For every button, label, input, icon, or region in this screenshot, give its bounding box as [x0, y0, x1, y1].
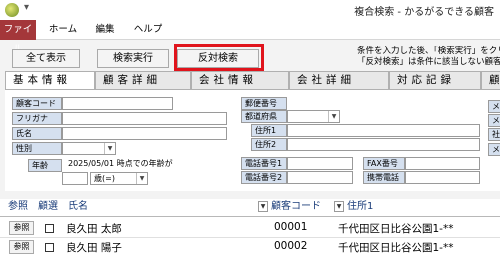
- furigana-input[interactable]: [62, 112, 227, 125]
- customer-code-label: 顧客コード: [12, 97, 62, 110]
- search-button[interactable]: 検索実行: [97, 49, 169, 68]
- right-clipped-label: メ: [488, 100, 500, 113]
- age-condition-value: 歳(=): [94, 174, 115, 183]
- age-note: 時点での年齢が: [116, 159, 173, 168]
- age-condition-select[interactable]: 歳(=) ▼: [90, 172, 148, 185]
- chevron-down-icon: ▼: [328, 111, 339, 122]
- header-divider: [0, 216, 500, 217]
- form-tab-bar: 基本情報 顧客詳細 会社情報 会社詳細 対応記録 顧: [0, 71, 500, 90]
- gender-label: 性別: [12, 142, 62, 155]
- instruction-line: 条件を入力した後、「検索実行」をクリ: [357, 46, 500, 56]
- furigana-label: フリガナ: [12, 112, 62, 125]
- tab-company-details[interactable]: 会社詳細: [289, 71, 389, 89]
- fax-input[interactable]: [405, 157, 480, 170]
- instruction-text: 条件を入力した後、「検索実行」をクリ 「反対検索」は条件に該当しない顧客: [357, 46, 500, 68]
- sort-icon[interactable]: ▼: [334, 200, 344, 212]
- column-header-code-label: 顧客コード: [271, 201, 321, 212]
- phone1-input[interactable]: [287, 157, 353, 170]
- ribbon-tab-bar: ファイル ホーム 編集 ヘルプ: [0, 20, 500, 55]
- row-code: 00002: [274, 240, 308, 252]
- address2-label: 住所2: [251, 138, 287, 151]
- column-header-name[interactable]: 氏名: [68, 199, 88, 216]
- row-address: 千代田区日比谷公園1-**: [338, 242, 454, 254]
- column-header-select: 顧選: [38, 201, 58, 212]
- instruction-line: 「反対検索」は条件に該当しない顧客: [357, 57, 500, 67]
- table-row[interactable]: 参照 良久田 陽子 00002 千代田区日比谷公園1-**: [0, 239, 500, 256]
- tab-basic-info[interactable]: 基本情報: [5, 71, 95, 90]
- window-title: 複合検索 - かるがるできる顧客: [354, 7, 494, 18]
- show-all-button[interactable]: 全て表示: [12, 49, 80, 68]
- gender-select[interactable]: ▼: [62, 142, 116, 155]
- prefecture-label: 都道府県: [241, 110, 287, 123]
- phone1-label: 電話番号1: [241, 157, 287, 170]
- right-clipped-label: 社: [488, 128, 500, 141]
- postal-code-label: 郵便番号: [241, 97, 287, 110]
- right-clipped-label: メ: [488, 143, 500, 156]
- tab-customer-details[interactable]: 顧客詳細: [95, 71, 191, 89]
- age-date-value: 2025/05/01: [68, 159, 115, 168]
- column-header-ref: 参照: [8, 201, 28, 212]
- name-label: 氏名: [12, 127, 62, 140]
- address1-label: 住所1: [251, 124, 287, 137]
- column-header-address[interactable]: ▼ 住所1: [334, 199, 373, 216]
- row-select-checkbox[interactable]: [45, 243, 54, 252]
- results-table: 参照 顧選 氏名 ▼ 顧客コード ▼ 住所1 参照 良久田 太郎 00001 千代田…: [0, 199, 500, 260]
- row-select-checkbox[interactable]: [45, 224, 54, 233]
- phone2-input[interactable]: [287, 171, 353, 184]
- row-ref-button[interactable]: 参照: [9, 221, 34, 235]
- age-label: 年齢: [28, 159, 62, 172]
- mobile-label: 携帯電話: [363, 171, 405, 184]
- row-address: 千代田区日比谷公園1-**: [338, 223, 454, 235]
- customer-code-input[interactable]: [62, 97, 173, 110]
- row-ref-button[interactable]: 参照: [9, 240, 34, 254]
- address1-input[interactable]: [287, 124, 480, 137]
- chevron-down-icon: ▼: [136, 173, 147, 184]
- row-divider: [0, 237, 500, 238]
- mobile-input[interactable]: [405, 171, 480, 184]
- ribbon-tab-edit[interactable]: 編集: [88, 20, 122, 40]
- name-input[interactable]: [62, 127, 227, 140]
- column-header-address-label: 住所1: [347, 201, 374, 212]
- ribbon-tab-home[interactable]: ホーム: [46, 20, 80, 40]
- highlight-annotation-box: [174, 44, 264, 71]
- ribbon-tab-help[interactable]: ヘルプ: [128, 20, 168, 40]
- table-row[interactable]: 参照 良久田 太郎 00001 千代田区日比谷公園1-**: [0, 220, 500, 237]
- tab-customer-clipped[interactable]: 顧: [481, 71, 500, 89]
- sort-icon[interactable]: ▼: [258, 200, 268, 212]
- prefecture-select[interactable]: ▼: [287, 110, 340, 123]
- column-header-code[interactable]: ▼ 顧客コード: [258, 199, 321, 216]
- fax-label: FAX番号: [363, 157, 405, 170]
- row-code: 00001: [274, 221, 308, 233]
- age-date: 2025/05/01 時点での年齢が: [68, 158, 173, 170]
- ribbon-tab-file[interactable]: ファイル: [0, 20, 36, 55]
- right-clipped-label: メ: [488, 114, 500, 127]
- address2-input[interactable]: [287, 138, 480, 151]
- phone2-label: 電話番号2: [241, 171, 287, 184]
- tab-company-info[interactable]: 会社情報: [191, 71, 289, 89]
- row-name: 良久田 陽子: [66, 242, 122, 254]
- tab-contact-records[interactable]: 対応記録: [389, 71, 481, 89]
- row-name: 良久田 太郎: [66, 223, 122, 235]
- chevron-down-icon: ▼: [104, 143, 115, 154]
- age-input[interactable]: [62, 172, 88, 185]
